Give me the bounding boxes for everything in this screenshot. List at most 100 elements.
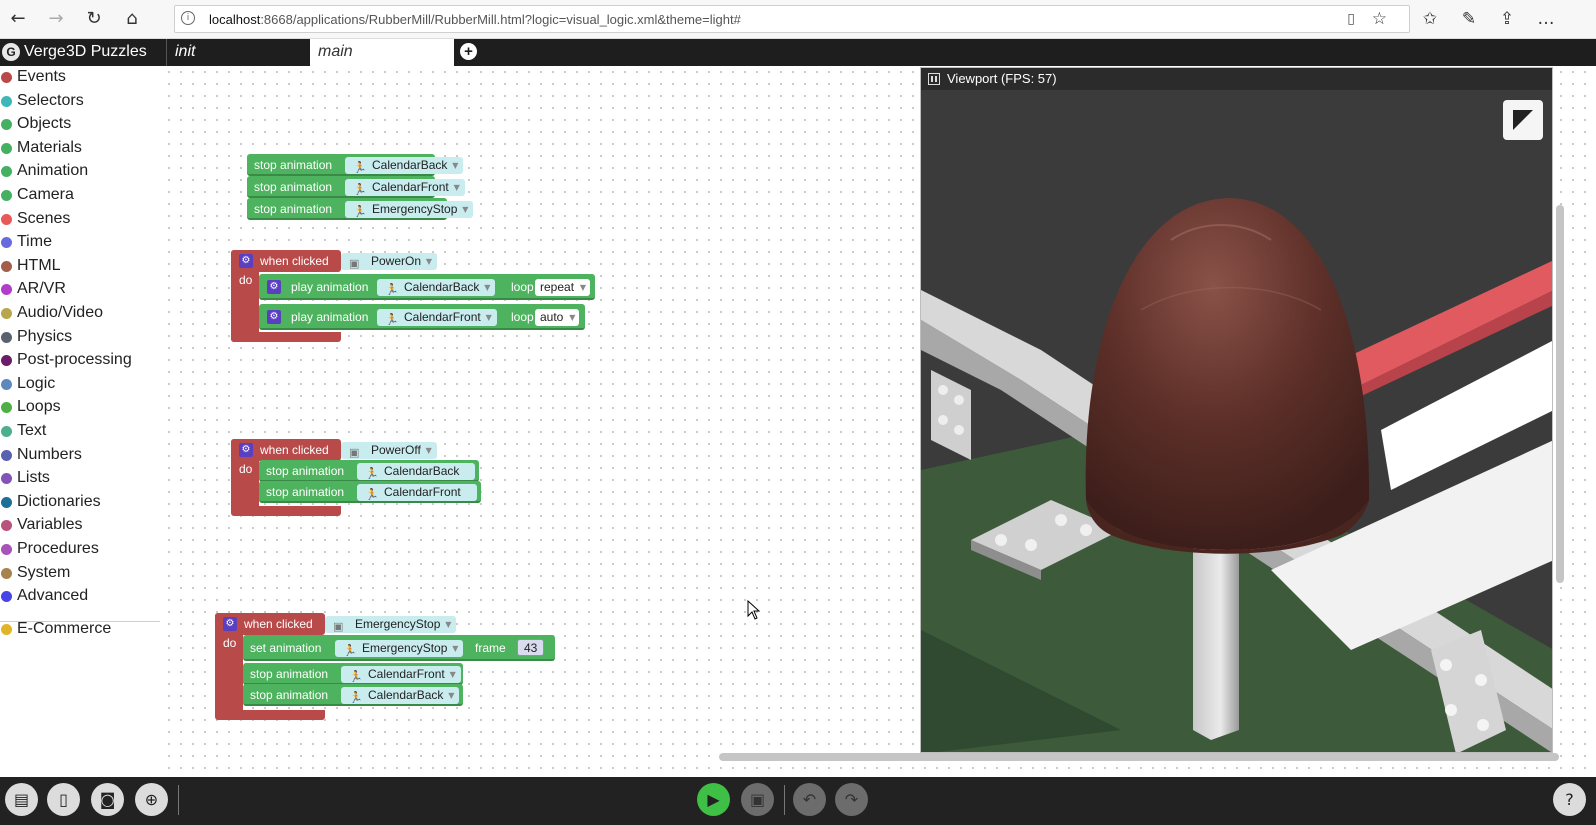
category-color-dot-icon: [1, 496, 12, 508]
category-advanced[interactable]: Advanced: [0, 585, 160, 607]
category-loops[interactable]: Loops: [0, 396, 160, 418]
block-action-label: stop animation: [250, 688, 329, 702]
url-text[interactable]: localhost:8668/applications/RubberMill/R…: [209, 12, 741, 27]
add-tab-icon[interactable]: +: [460, 43, 477, 60]
animation-target-dropdown[interactable]: 🏃 CalendarBack ▼: [345, 157, 464, 174]
category-color-dot-icon: [1, 142, 12, 154]
category-camera[interactable]: Camera: [0, 184, 160, 206]
category-label: System: [17, 563, 71, 581]
screenshot-button[interactable]: ◙: [91, 783, 124, 816]
pause-icon[interactable]: [928, 73, 940, 85]
frame-number-input[interactable]: 43: [517, 639, 545, 656]
category-variables[interactable]: Variables: [0, 514, 160, 536]
stop-animation-block[interactable]: stop animation 🏃 EmergencyStop ▼: [247, 198, 474, 220]
fullscreen-button[interactable]: [1503, 100, 1543, 140]
viewport-header: Viewport (FPS: 57): [921, 68, 1552, 90]
play-button[interactable]: ▶: [697, 783, 730, 816]
loop-mode-dropdown[interactable]: repeat ▼: [535, 279, 591, 296]
save-button[interactable]: ▣: [741, 783, 774, 816]
animation-target-dropdown[interactable]: 🏃 CalendarFront: [357, 484, 477, 501]
animation-target-label: CalendarBack: [404, 280, 480, 294]
category-label: Camera: [17, 186, 74, 203]
category-color-dot-icon: [1, 449, 12, 461]
category-events[interactable]: Events: [0, 66, 160, 88]
favorite-star-icon[interactable]: ☆: [1372, 9, 1387, 29]
category-objects[interactable]: Objects: [0, 113, 160, 135]
play-animation-block[interactable]: play animation 🏃 CalendarFront ▼ loop auto…: [259, 304, 585, 330]
back-icon[interactable]: ←: [4, 6, 32, 32]
home-icon[interactable]: ⌂: [118, 6, 146, 32]
library-button[interactable]: ▤: [5, 783, 38, 816]
pen-notes-icon[interactable]: ✎: [1455, 6, 1483, 32]
animation-target-dropdown[interactable]: 🏃 CalendarFront ▼: [377, 309, 497, 326]
address-bar[interactable]: i localhost:8668/applications/RubberMill…: [174, 5, 1410, 33]
category-e-commerce[interactable]: E-Commerce: [0, 618, 160, 640]
category-selectors[interactable]: Selectors: [0, 90, 160, 112]
undo-button[interactable]: ↶: [793, 783, 826, 816]
stop-animation-block[interactable]: stop animation 🏃 CalendarBack: [259, 460, 479, 482]
refresh-icon[interactable]: ↻: [80, 6, 108, 32]
share-icon[interactable]: ⇪: [1493, 6, 1521, 32]
help-button[interactable]: ?: [1553, 783, 1586, 816]
category-animation[interactable]: Animation: [0, 160, 160, 182]
settings-gear-icon[interactable]: ⚙: [267, 310, 281, 324]
category-physics[interactable]: Physics: [0, 326, 160, 348]
settings-gear-icon[interactable]: ⚙: [239, 254, 253, 268]
animation-target-dropdown[interactable]: 🏃 CalendarFront ▼: [341, 666, 461, 683]
play-animation-block[interactable]: play animation 🏃 CalendarBack ▼ loop repea…: [259, 274, 595, 300]
horizontal-scrollbar[interactable]: [719, 753, 1559, 761]
category-procedures[interactable]: Procedures: [0, 538, 160, 560]
category-post-processing[interactable]: Post-processing: [0, 349, 160, 371]
animation-target-dropdown[interactable]: 🏃 CalendarBack ▼: [377, 279, 496, 296]
tab-main[interactable]: main: [310, 39, 454, 66]
bottom-toolbar: ▤ ▯ ◙ ⊕ ▶ ▣ ↶ ↷ ?: [0, 777, 1596, 825]
stop-animation-block[interactable]: stop animation 🏃 CalendarBack ▼: [243, 684, 463, 706]
animation-target-dropdown[interactable]: 🏃 CalendarBack ▼: [341, 687, 460, 704]
category-label: Text: [17, 422, 47, 439]
3d-scene[interactable]: [921, 90, 1553, 753]
stop-animation-block[interactable]: stop animation 🏃 CalendarFront: [259, 481, 481, 503]
animation-target-dropdown[interactable]: 🏃 CalendarBack: [357, 463, 476, 480]
loop-mode-dropdown[interactable]: auto ▼: [535, 309, 580, 326]
reading-view-icon[interactable]: ▯: [1347, 11, 1355, 27]
viewport-panel[interactable]: Viewport (FPS: 57): [920, 67, 1553, 753]
more-menu-icon[interactable]: …: [1532, 6, 1560, 32]
settings-gear-icon[interactable]: ⚙: [267, 280, 281, 294]
category-html[interactable]: HTML: [0, 255, 160, 277]
set-animation-frame-block[interactable]: set animation 🏃 EmergencyStop ▼ frame 43: [243, 635, 555, 661]
target-button[interactable]: ⊕: [135, 783, 168, 816]
category-numbers[interactable]: Numbers: [0, 444, 160, 466]
stop-animation-block[interactable]: stop animation 🏃 CalendarFront ▼: [243, 663, 463, 685]
category-ar-vr[interactable]: AR/VR: [0, 278, 160, 300]
loop-label: loop: [511, 280, 534, 294]
settings-gear-icon[interactable]: ⚙: [223, 617, 237, 631]
category-lists[interactable]: Lists: [0, 467, 160, 489]
vertical-scrollbar[interactable]: [1556, 205, 1564, 583]
site-info-icon[interactable]: i: [181, 11, 195, 25]
animation-target-label: CalendarBack: [368, 688, 444, 702]
category-text[interactable]: Text: [0, 420, 160, 442]
category-system[interactable]: System: [0, 562, 160, 584]
settings-gear-icon[interactable]: ⚙: [239, 443, 253, 457]
stop-animation-block[interactable]: stop animation 🏃 CalendarBack ▼: [247, 154, 464, 176]
forward-icon[interactable]: →: [42, 6, 70, 32]
block-action-label: stop animation: [266, 464, 345, 478]
tab-init[interactable]: init: [166, 39, 309, 66]
stop-animation-block[interactable]: stop animation 🏃 CalendarFront ▼: [247, 176, 465, 198]
animation-target-dropdown[interactable]: 🏃 EmergencyStop ▼: [335, 640, 464, 657]
object-selector-dropdown[interactable]: ▣ EmergencyStop ▼: [325, 616, 457, 633]
object-selector-dropdown[interactable]: ▣ PowerOff ▼: [341, 442, 437, 459]
category-logic[interactable]: Logic: [0, 373, 160, 395]
category-scenes[interactable]: Scenes: [0, 208, 160, 230]
category-materials[interactable]: Materials: [0, 137, 160, 159]
animation-target-dropdown[interactable]: 🏃 EmergencyStop ▼: [345, 201, 474, 218]
panel-toggle-button[interactable]: ▯: [47, 783, 80, 816]
animation-target-dropdown[interactable]: 🏃 CalendarFront ▼: [345, 179, 465, 196]
category-dictionaries[interactable]: Dictionaries: [0, 491, 160, 513]
favorites-list-icon[interactable]: ✩: [1416, 6, 1444, 32]
redo-button[interactable]: ↷: [835, 783, 868, 816]
category-audio-video[interactable]: Audio/Video: [0, 302, 160, 324]
category-label: HTML: [17, 256, 61, 274]
category-time[interactable]: Time: [0, 231, 160, 253]
object-selector-dropdown[interactable]: ▣ PowerOn ▼: [341, 253, 438, 270]
